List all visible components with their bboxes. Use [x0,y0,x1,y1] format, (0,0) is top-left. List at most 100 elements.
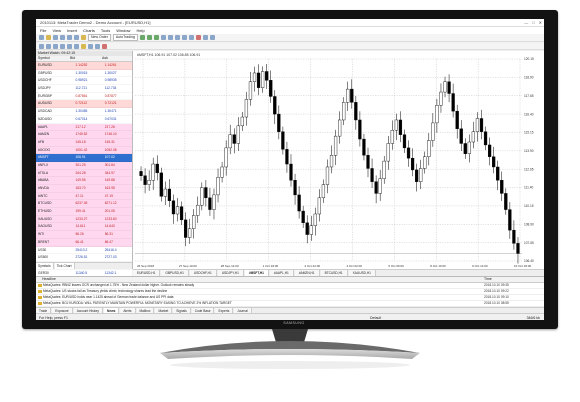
tile-windows-icon[interactable] [174,35,180,40]
templates-icon[interactable] [209,35,215,40]
row-symbol: AUDUSD [38,101,52,106]
zoom-in-icon[interactable] [160,35,166,40]
label-icon[interactable] [95,43,100,49]
market-watch-row[interactable]: USDCAD 1.30455 1.30471 [36,108,132,116]
candle-body [236,125,240,144]
bar-chart-icon[interactable] [139,35,145,40]
chart-header: #MSFT,H1 106.91 107.02 106.85 106.91 [137,53,200,57]
candlestick-icon[interactable] [146,35,152,40]
market-watch-row[interactable]: #NVDA 163.70 163.95 [36,185,132,193]
candle-body [143,175,147,185]
market-watch-row[interactable]: BTCUSD 6237.45 6271.12 [36,200,132,209]
tester-icon[interactable] [81,35,86,40]
candle-body [208,197,212,210]
market-watch-icon[interactable] [53,35,58,40]
monitor-stand-base [160,341,420,369]
price-chart[interactable]: #MSFT,H1 106.91 107.02 106.85 106.91 120.… [133,51,544,269]
tab-symbols[interactable]: Symbols [36,263,54,269]
cursor-icon[interactable] [39,43,44,49]
market-watch-row[interactable]: #FB 145.18 145.31 [36,138,132,147]
trendline-icon[interactable] [67,43,72,49]
row-bid: 106.91 [75,155,86,160]
col-bid[interactable]: Bid [68,56,100,61]
candle-body [228,134,232,149]
menu-view[interactable]: View [52,28,61,33]
periods-icon[interactable] [202,35,208,40]
market-watch-row[interactable]: NZDUSD 0.67014 0.67031 [36,115,132,124]
market-watch-row[interactable]: #AAPL 217.12 217.26 [36,123,132,132]
col-ask[interactable]: Ask [100,56,132,61]
market-watch-row[interactable]: XAUUSD 1233.27 1233.60 [36,215,132,224]
market-watch-row[interactable]: #GOOG 1051.42 1052.08 [36,146,132,155]
market-watch-row[interactable]: #NFLX 301.25 301.84 [36,161,132,170]
indicators-icon[interactable] [195,35,201,40]
chart-shift-icon[interactable] [188,35,194,40]
market-watch-row[interactable]: USDCHF 0.98921 0.98935 [36,77,132,86]
fibonacci-icon[interactable] [81,43,86,49]
candle-body [451,93,455,112]
candle-body [406,147,411,159]
menu-insert[interactable]: Insert [67,28,77,33]
price-tick-label: 111.40 [524,186,534,190]
menu-tools[interactable]: Tools [101,28,110,33]
candle-body [366,155,370,169]
channel-icon[interactable] [74,43,79,49]
market-watch-row[interactable]: GBPUSD 1.30015 1.30027 [36,69,132,78]
new-order-button[interactable]: New Order [88,34,111,41]
market-watch-row[interactable]: ETHUSD 199.41 201.05 [36,208,132,216]
market-watch-row[interactable]: EURGBP 0.87861 0.87877 [36,92,132,101]
chart-tabs: EURUSD,H1 GBPUSD,H1 USDCHF,H1 USDJPY,H1 #MSF… [133,269,544,276]
market-watch-row[interactable]: EURUSD 1.14252 1.14261 [36,62,132,70]
arrows-icon[interactable] [102,43,107,49]
menu-window[interactable]: Window [116,28,130,33]
chart-window[interactable]: #MSFT,H1 106.91 107.02 106.85 106.91 120.… [133,51,544,269]
menu-help[interactable]: Help [136,28,144,33]
horizontal-line-icon[interactable] [60,43,65,49]
candle-body [139,171,143,176]
line-chart-icon[interactable] [153,35,159,40]
navigator-icon[interactable] [67,35,72,40]
col-time[interactable]: Time [484,277,544,282]
data-window-icon[interactable] [60,35,65,40]
market-watch-row[interactable]: US30 25413.2 25416.4 [36,246,132,255]
market-watch-row[interactable]: BRENT 66.41 66.47 [36,238,132,247]
candle-body [147,179,151,185]
candle-body [269,80,273,97]
market-watch-row[interactable]: #TSLA 344.28 344.97 [36,169,132,178]
market-watch-row[interactable]: #BABA 149.55 149.88 [36,177,132,185]
new-chart-icon[interactable] [39,35,44,40]
candle-body [261,71,265,88]
market-watch-row[interactable]: USDJPY 112.721 112.734 [36,85,132,93]
market-watch-row[interactable]: #AMZN 1745.52 1746.10 [36,131,132,139]
market-watch-row[interactable]: XAGUSD 14.611 14.640 [36,223,132,232]
profiles-icon[interactable] [46,35,51,40]
minimize-button[interactable]: — [524,20,528,25]
market-watch-row[interactable]: #INTC 47.11 47.19 [36,192,132,201]
autoscroll-icon[interactable] [181,35,187,40]
close-button[interactable]: ✕ [539,20,542,25]
market-watch-row[interactable]: #MSFT 106.91 107.02 [36,154,132,162]
col-symbol[interactable]: Symbol [36,56,68,61]
menu-file[interactable]: File [40,28,46,33]
brand-logo: SAMSUNG [283,321,305,325]
tab-tick-chart[interactable]: Tick Chart [54,263,75,269]
market-watch-row[interactable]: AUDUSD 0.72112 0.72121 [36,100,132,109]
maximize-button[interactable]: □ [532,20,534,25]
autotrading-button[interactable]: AutoTrading [112,34,138,41]
time-tick-label: 5 Oct 06:00 [388,264,404,268]
market-watch-row[interactable]: US500 2726.51 2727.03 [36,254,132,262]
menu-charts[interactable]: Charts [83,28,95,33]
row-ask: 25416.4 [104,247,117,252]
col-headline[interactable]: Headline [36,277,484,282]
text-icon[interactable] [88,43,93,49]
terminal-icon[interactable] [74,35,79,40]
zoom-out-icon[interactable] [167,35,173,40]
candle-body [305,222,309,235]
candle-body [402,134,407,149]
crosshair-icon[interactable] [46,43,51,49]
row-ask: 6271.12 [104,201,117,206]
vertical-line-icon[interactable] [53,43,58,49]
row-symbol: WTI [38,232,45,237]
row-symbol: #GOOG [38,147,51,152]
market-watch-row[interactable]: WTI 56.26 56.31 [36,231,132,239]
